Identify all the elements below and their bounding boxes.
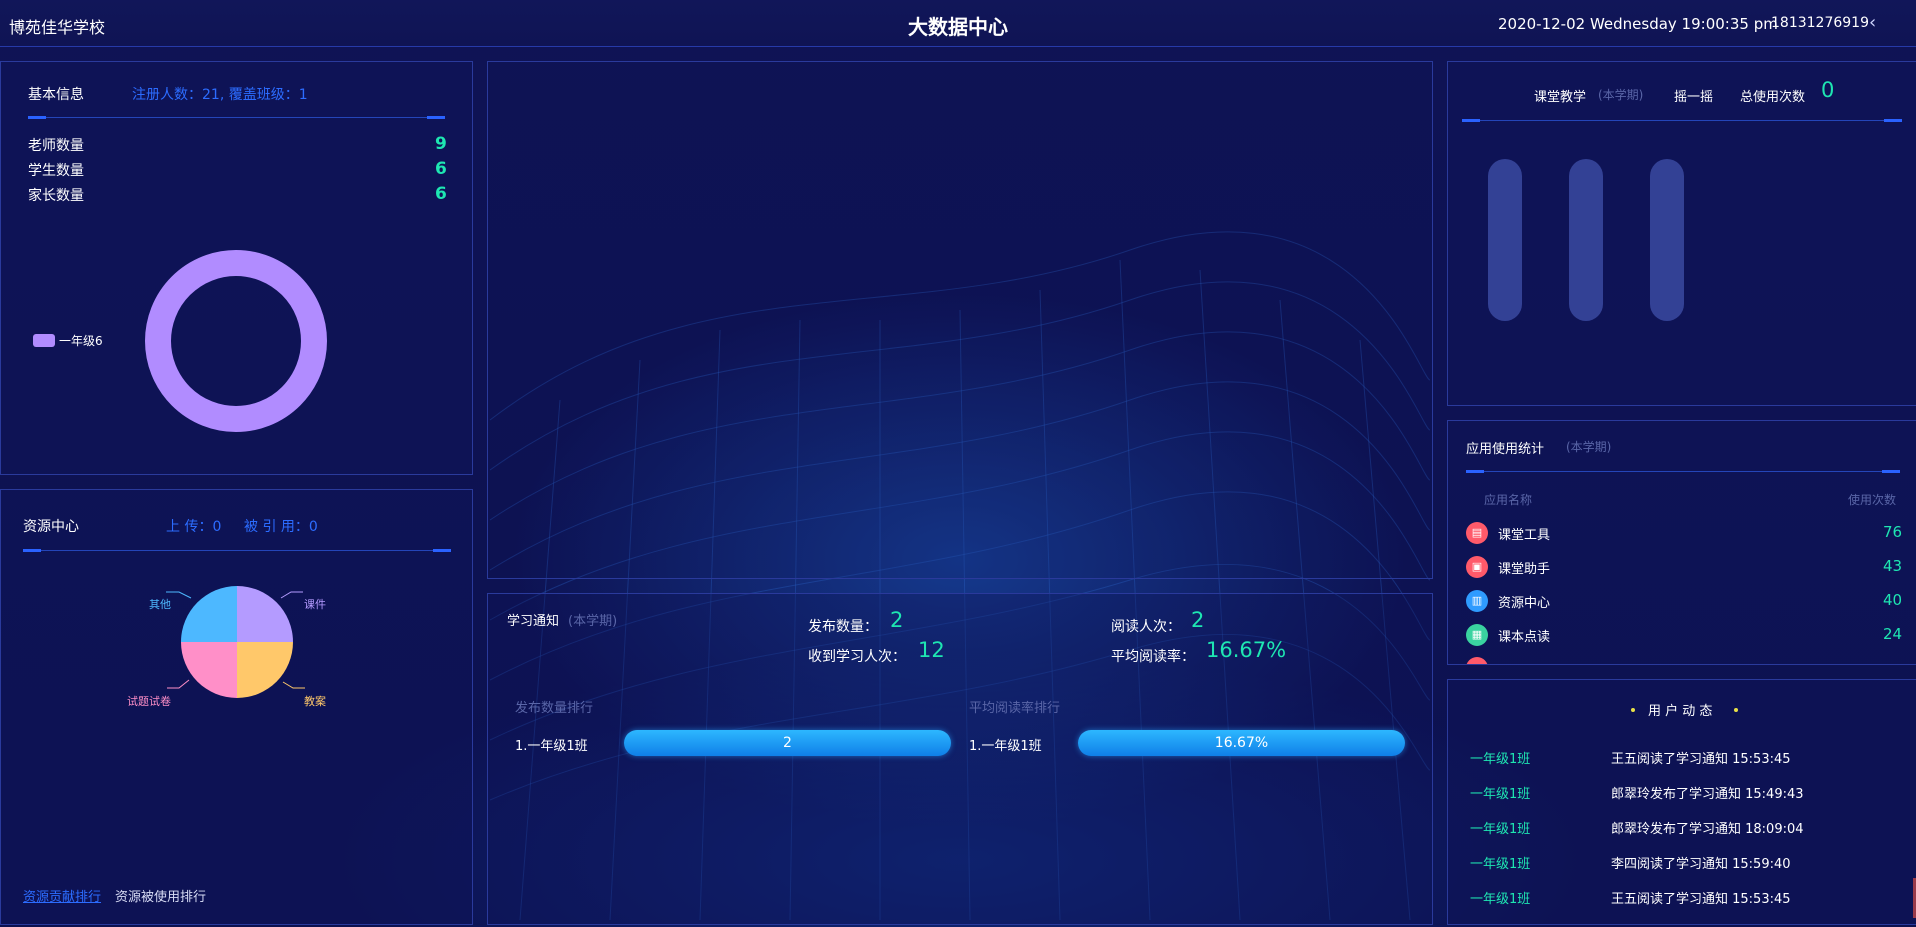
- app-name: 课堂助手: [1498, 562, 1551, 577]
- divider: [1466, 470, 1900, 473]
- resource-center-title: 资源中心: [23, 519, 79, 535]
- pie-leader-courseware: [280, 591, 303, 599]
- publish-rank-bar: 2: [624, 730, 951, 756]
- read-rate-rank-bar: 16.67%: [1078, 730, 1405, 756]
- col-usage-count: 使用次数: [1848, 493, 1897, 507]
- read-rate-rank-title: 平均阅读率排行: [969, 701, 1061, 716]
- col-app-name: 应用名称: [1484, 493, 1533, 507]
- legend-swatch: [33, 334, 55, 347]
- activity-text: 王五阅读了学习通知 15:53:45: [1611, 752, 1791, 767]
- title-dot-left: [1631, 708, 1635, 712]
- pie-label-courseware: 课件: [304, 598, 326, 611]
- publish-rank-title: 发布数量排行: [515, 701, 594, 716]
- divider: [23, 549, 451, 552]
- read-count-value: 2: [1191, 608, 1205, 632]
- usage-bar-3: [1650, 159, 1684, 321]
- activity-class: 一年级1班: [1470, 857, 1531, 872]
- assistant-icon: ▣: [1466, 556, 1488, 578]
- divider: [28, 116, 445, 119]
- app-name: 课本点读: [1498, 630, 1551, 645]
- classroom-subtitle: (本学期): [1598, 88, 1644, 102]
- teacher-count-value: 9: [435, 134, 447, 154]
- shake-label[interactable]: 摇一摇: [1674, 86, 1713, 105]
- study-notice-panel: 学习通知 (本学期) 发布数量： 2 收到学习人次： 12 阅读人次： 2 平均…: [487, 593, 1433, 925]
- read-rate-value: 16.67%: [1206, 638, 1287, 662]
- user-phone: 18131276919: [1771, 15, 1869, 31]
- app-count: 24: [1883, 625, 1903, 643]
- activity-text: 李四阅读了学习通知 15:59:40: [1611, 857, 1791, 872]
- resource-type-pie: [166, 586, 305, 698]
- study-notice-subtitle: (本学期): [568, 614, 618, 629]
- total-usage-label: 总使用次数: [1740, 90, 1806, 105]
- app-usage-title: 应用使用统计: [1466, 442, 1545, 457]
- app-icon-partial: [1466, 657, 1488, 664]
- pie-label-lesson-plan: 教案: [304, 695, 326, 708]
- publish-rank-class: 1.一年级1班: [515, 739, 588, 754]
- back-icon[interactable]: ‹: [1869, 12, 1876, 33]
- top-header: 博苑佳华学校 大数据中心 2020-12-02 Wednesday 19:00:…: [0, 0, 1916, 47]
- basic-info-title: 基本信息: [28, 87, 84, 103]
- read-rate-label: 平均阅读率：: [1111, 649, 1195, 665]
- center-visual-panel: [487, 61, 1433, 579]
- activity-class: 一年级1班: [1470, 892, 1531, 907]
- pie-slice-courseware[interactable]: [237, 586, 293, 642]
- pie-slice-lesson-plan[interactable]: [237, 642, 293, 698]
- usage-bar-2: [1569, 159, 1603, 321]
- pie-label-test-paper: 试题试卷: [127, 695, 171, 708]
- cited-count: 被 引 用：0: [244, 519, 318, 535]
- toolbox-icon: ▤: [1466, 522, 1488, 544]
- user-activity-panel: 用 户 动 态 一年级1班 王五阅读了学习通知 15:53:45 一年级1班 郎…: [1447, 679, 1916, 925]
- resource-usage-rank-link[interactable]: 资源被使用排行: [115, 886, 206, 905]
- divider: [1462, 119, 1902, 122]
- app-count: 43: [1883, 557, 1903, 575]
- activity-text: 王五阅读了学习通知 15:53:45: [1611, 892, 1791, 907]
- activity-text: 郎翠玲发布了学习通知 15:49:43: [1611, 787, 1804, 802]
- total-usage-value: 0: [1821, 78, 1835, 102]
- student-count-label: 学生数量: [28, 163, 84, 179]
- classroom-teaching-panel: 课堂教学 (本学期) 摇一摇 总使用次数 0: [1447, 61, 1916, 406]
- ring-segment-grade1[interactable]: [145, 250, 327, 432]
- user-activity-title: 用 户 动 态: [1648, 704, 1713, 719]
- app-name: 资源中心: [1498, 596, 1551, 611]
- teacher-count-label: 老师数量: [28, 138, 84, 154]
- legend-label[interactable]: 一年级6: [59, 332, 103, 349]
- activity-class: 一年级1班: [1470, 787, 1531, 802]
- basic-info-summary: 注册人数：21, 覆盖班级：1: [132, 87, 308, 103]
- receive-count-value: 12: [918, 638, 945, 662]
- read-count-label: 阅读人次：: [1111, 619, 1181, 635]
- basic-info-panel: 基本信息 注册人数：21, 覆盖班级：1 老师数量 9 学生数量 6 家长数量 …: [0, 61, 473, 475]
- publish-count-value: 2: [890, 608, 904, 632]
- resource-contribution-rank-link[interactable]: 资源贡献排行: [23, 886, 101, 905]
- student-count-value: 6: [435, 159, 447, 179]
- read-rate-rank-class: 1.一年级1班: [969, 739, 1042, 754]
- grade-ring-chart: [145, 250, 327, 432]
- current-datetime: 2020-12-02 Wednesday 19:00:35 pm: [1498, 15, 1778, 33]
- app-count: 40: [1883, 591, 1903, 609]
- activity-text: 郎翠玲发布了学习通知 18:09:04: [1611, 822, 1804, 837]
- publish-count-label: 发布数量：: [808, 619, 878, 635]
- title-dot-right: [1734, 708, 1738, 712]
- pie-label-other: 其他: [149, 598, 171, 611]
- activity-class: 一年级1班: [1470, 822, 1531, 837]
- pie-slice-test-paper[interactable]: [181, 642, 237, 698]
- app-usage-subtitle: (本学期): [1566, 440, 1612, 454]
- app-name: 课堂工具: [1498, 528, 1551, 543]
- receive-count-label: 收到学习人次：: [808, 649, 906, 665]
- app-usage-panel: 应用使用统计 (本学期) 应用名称 使用次数 ▤ 课堂工具 76 ▣ 课堂助手 …: [1447, 420, 1916, 665]
- pie-leader-lesson-plan: [282, 681, 305, 689]
- pie-leader-test-paper: [167, 679, 190, 689]
- app-count: 76: [1883, 523, 1903, 541]
- classroom-title: 课堂教学: [1534, 90, 1587, 105]
- pie-slice-other[interactable]: [181, 586, 237, 642]
- upload-count: 上 传：0: [166, 519, 222, 535]
- usage-bar-1: [1488, 159, 1522, 321]
- study-notice-title: 学习通知: [507, 614, 560, 629]
- folder-icon: ▥: [1466, 590, 1488, 612]
- activity-class: 一年级1班: [1470, 752, 1531, 767]
- parent-count-label: 家长数量: [28, 188, 84, 204]
- parent-count-value: 6: [435, 184, 447, 204]
- book-read-icon: ▦: [1466, 624, 1488, 646]
- resource-center-panel: 资源中心 上 传：0 被 引 用：0 其他 课件 试题试卷 教案 资源贡献排行 …: [0, 489, 473, 925]
